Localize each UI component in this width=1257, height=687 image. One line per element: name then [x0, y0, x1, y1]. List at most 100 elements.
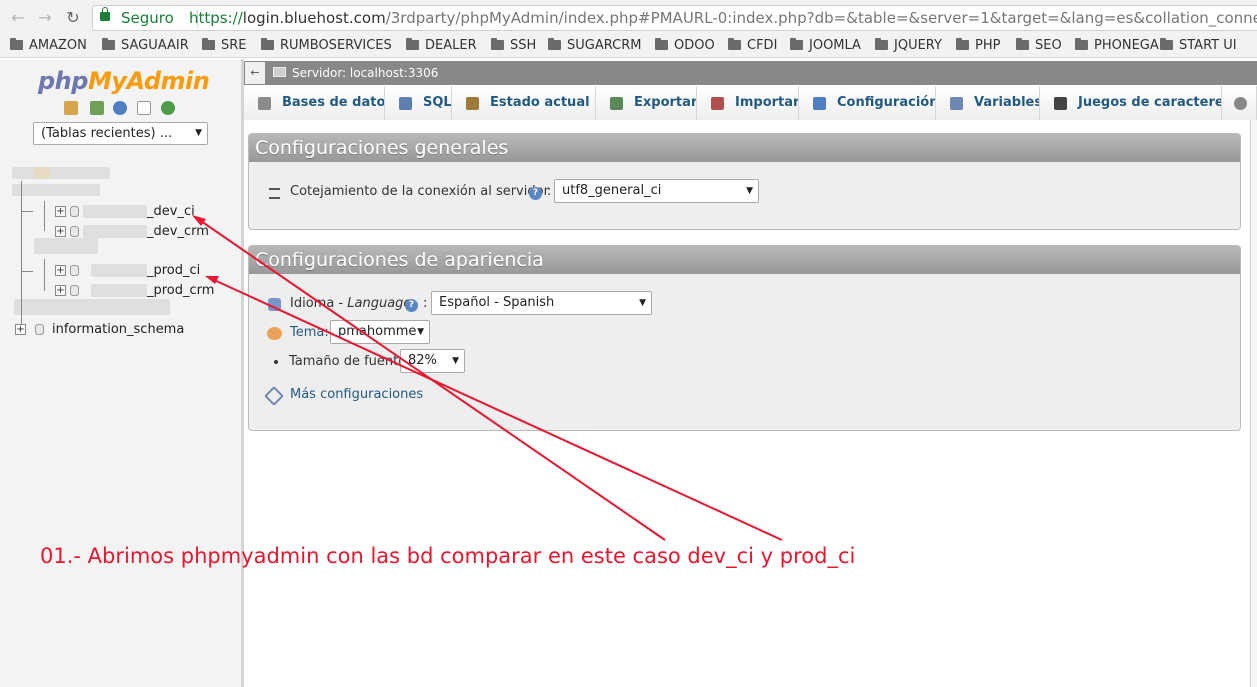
lock-icon — [100, 7, 110, 21]
bookmark-label: PHP — [975, 38, 1001, 53]
recent-tables-select[interactable]: (Tablas recientes) ... ▼ — [33, 122, 208, 145]
expand-icon[interactable]: + — [55, 285, 66, 296]
bookmark-rumboservices[interactable]: RUMBOSERVICES — [261, 38, 392, 54]
server-label[interactable]: Servidor: localhost:3306 — [292, 65, 438, 81]
docs-icon[interactable] — [137, 101, 151, 115]
help-icon[interactable]: ? — [529, 187, 542, 200]
bookmark-label: START UI — [1179, 38, 1237, 53]
secure-label: Seguro — [121, 9, 174, 27]
bookmark-sugarcrm[interactable]: SUGARCRM — [548, 38, 641, 54]
db-prod-ci[interactable]: _prod_ci — [147, 264, 200, 278]
back-arrow-icon[interactable]: ← — [9, 9, 27, 27]
chevron-down-icon: ▼ — [195, 128, 202, 138]
bookmark-joomla[interactable]: JOOMLA — [790, 38, 861, 54]
font-size-select[interactable]: 82% ▼ — [400, 349, 465, 373]
wrench-icon — [813, 97, 826, 110]
folder-icon — [1075, 38, 1088, 50]
language-label: Idioma - Language — [290, 296, 411, 312]
bookmark-label: JOOMLA — [809, 38, 861, 53]
url-text: https://login.bluehost.com/3rdparty/phpM… — [189, 6, 1257, 30]
logout-icon[interactable] — [90, 101, 104, 115]
bookmark-seo[interactable]: SEO — [1016, 38, 1062, 54]
tree-line — [21, 181, 22, 331]
chevron-down-icon: ▼ — [639, 298, 646, 308]
redacted-prefix — [91, 264, 147, 277]
expand-icon[interactable]: + — [55, 226, 66, 237]
tab-configuración[interactable]: Configuración — [799, 86, 936, 120]
tab-juegos-de-caracteres[interactable]: Juegos de caracteres — [1040, 86, 1222, 120]
language-value: Español - Spanish — [439, 295, 555, 310]
tab-label: Bases de datos — [282, 95, 385, 110]
export-icon — [610, 97, 623, 110]
chevron-down-icon: ▼ — [452, 356, 459, 366]
bookmark-jquery[interactable]: JQUERY — [875, 38, 942, 54]
home-icon[interactable] — [64, 101, 78, 115]
collapse-nav-button[interactable]: ← — [245, 62, 265, 84]
bookmark-amazon[interactable]: AMAZON — [10, 38, 87, 54]
tab-importar[interactable]: Importar — [697, 86, 799, 120]
bookmark-php[interactable]: PHP — [956, 38, 1000, 54]
appearance-settings-title: Configuraciones de apariencia — [249, 246, 1240, 274]
tab-bases-de-datos[interactable]: Bases de datos — [244, 86, 385, 120]
list-icon — [269, 188, 280, 199]
appearance-settings-panel: Configuraciones de apariencia Idioma - L… — [248, 245, 1241, 431]
panel-resizer[interactable] — [241, 59, 244, 687]
theme-select[interactable]: pmahomme ▼ — [330, 320, 430, 344]
database-icon — [35, 324, 44, 335]
bookmark-dealer[interactable]: DEALER — [406, 38, 477, 54]
reload-icon[interactable]: ↻ — [64, 9, 82, 27]
tab-label: Configuración — [837, 95, 936, 110]
expand-icon[interactable]: + — [55, 206, 66, 217]
folder-icon — [102, 38, 115, 50]
tab-label: Variables — [974, 95, 1040, 110]
folder-icon — [875, 38, 888, 50]
bookmark-sre[interactable]: SRE — [202, 38, 247, 54]
address-bar[interactable]: Seguro https://login.bluehost.com/3rdpar… — [92, 5, 1257, 31]
redacted-group-3 — [14, 299, 170, 315]
help-icon[interactable] — [113, 101, 127, 115]
collation-select[interactable]: utf8_general_ci ▼ — [554, 179, 759, 203]
folder-icon — [655, 38, 668, 50]
forward-arrow-icon[interactable]: → — [36, 9, 54, 27]
font-size-value: 82% — [408, 353, 437, 368]
expand-icon[interactable]: + — [55, 265, 66, 276]
bookmark-saguaair[interactable]: SAGUAAIR — [102, 38, 189, 54]
general-settings-panel: Configuraciones generales Cotejamiento d… — [248, 133, 1241, 230]
bookmark-odoo[interactable]: ODOO — [655, 38, 715, 54]
tab-exportar[interactable]: Exportar — [596, 86, 697, 120]
tab-sql[interactable]: SQL — [385, 86, 452, 120]
theme-link[interactable]: Tema: — [290, 325, 329, 341]
phpmyadmin-logo[interactable]: phpMyAdmin — [38, 67, 210, 95]
bookmark-label: SSH — [510, 38, 537, 53]
expand-icon[interactable]: + — [15, 324, 26, 335]
navigation-panel: phpMyAdmin (Tablas recientes) ... ▼ + _de… — [0, 59, 241, 687]
more-settings-link[interactable]: Más configuraciones — [290, 387, 423, 403]
database-icon — [70, 206, 79, 217]
db-dev-ci[interactable]: _dev_ci — [147, 205, 195, 219]
bookmark-start-ui[interactable]: START UI — [1160, 38, 1237, 54]
colon: : — [547, 184, 552, 199]
redacted-shade — [34, 167, 50, 179]
bullet — [274, 360, 278, 364]
bookmark-ssh[interactable]: SSH — [491, 38, 536, 54]
language-select[interactable]: Español - Spanish ▼ — [431, 291, 652, 315]
bookmark-phonegap[interactable]: PHONEGAP — [1075, 38, 1167, 54]
db-dev-crm[interactable]: _dev_crm — [147, 225, 209, 239]
folder-icon — [790, 38, 803, 50]
bookmark-cfdi[interactable]: CFDI — [728, 38, 777, 54]
db-prod-crm[interactable]: _prod_crm — [147, 284, 214, 298]
bookmark-label: RUMBOSERVICES — [280, 38, 392, 53]
help-icon[interactable]: ? — [405, 299, 418, 312]
bookmark-label: SEO — [1035, 38, 1062, 53]
url-path: /3rdparty/phpMyAdmin/index.php#PMAURL-0:… — [385, 9, 1257, 27]
reload-nav-icon[interactable] — [161, 101, 175, 115]
bookmark-label: SAGUAAIR — [121, 38, 189, 53]
tab-estado-actual[interactable]: Estado actual — [452, 86, 596, 120]
db-information-schema[interactable]: information_schema — [52, 323, 184, 337]
tree-line — [21, 211, 33, 212]
theme-palette-icon — [267, 327, 282, 340]
bookmark-label: AMAZON — [29, 38, 87, 53]
tab-more[interactable] — [1222, 86, 1257, 120]
tab-variables[interactable]: Variables — [936, 86, 1040, 120]
database-icon — [70, 285, 79, 296]
